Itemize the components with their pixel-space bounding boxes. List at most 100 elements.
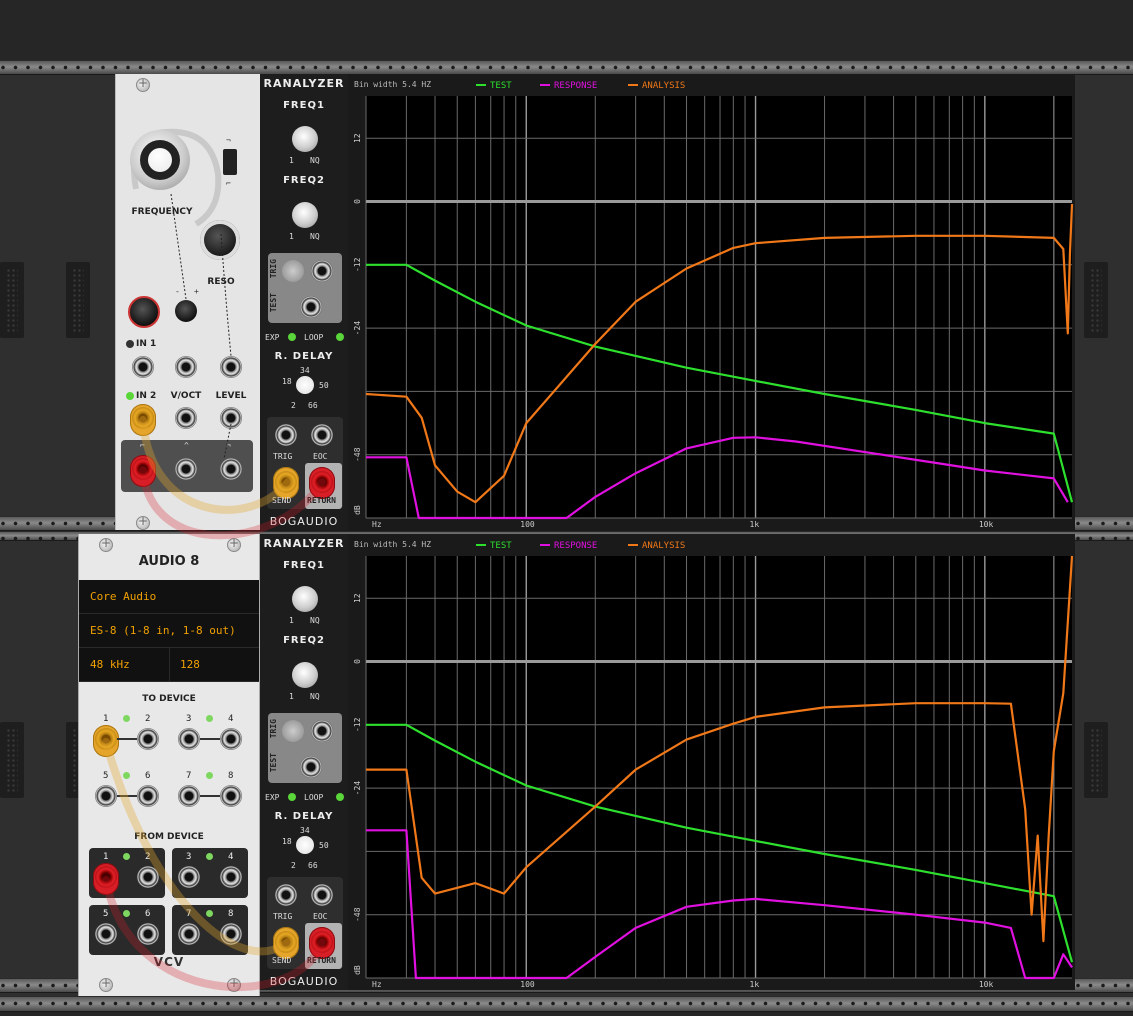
channel-led: [123, 853, 130, 860]
freq1-label: FREQ1: [283, 560, 325, 571]
from-device-jack[interactable]: [95, 923, 117, 945]
rdelay-mark: 34: [300, 366, 310, 375]
to-device-jack[interactable]: [220, 728, 242, 750]
trig-out-jack[interactable]: [275, 884, 297, 906]
sample-rate-selector[interactable]: 48 kHz: [79, 648, 170, 682]
to-device-jack[interactable]: [220, 785, 242, 807]
loop-label: LOOP: [304, 333, 324, 342]
freq1-knob[interactable]: [292, 126, 318, 152]
ranalyzer-controls: RANALYZER FREQ1 1 NQ FREQ2 1 NQ TRIG TES…: [260, 74, 348, 530]
eoc-jack[interactable]: [311, 424, 333, 446]
loop-led[interactable]: [336, 793, 344, 801]
send-jack[interactable]: [275, 931, 297, 953]
from-device-jack[interactable]: [137, 866, 159, 888]
freq1-knob[interactable]: [292, 586, 318, 612]
y-tick-label: 12: [353, 593, 362, 603]
test-jack[interactable]: [300, 296, 322, 318]
rdelay-mark: 50: [319, 841, 329, 850]
x-tick-label: Hz: [372, 520, 382, 529]
port-number: 6: [145, 909, 151, 919]
port-number: 4: [228, 714, 234, 724]
to-device-jack[interactable]: [178, 728, 200, 750]
trig-jack[interactable]: [311, 720, 333, 742]
rdelay-knob[interactable]: [296, 836, 314, 854]
rdelay-mark: 50: [319, 381, 329, 390]
audio8-module: AUDIO 8 Core Audio ES-8 (1-8 in, 1-8 out…: [78, 534, 260, 996]
stereo-link: [200, 795, 220, 797]
send-label: SEND: [272, 956, 292, 965]
device-text: ES-8 (1-8 in, 1-8 out): [90, 624, 236, 637]
y-tick-label: -12: [353, 257, 362, 272]
channel-led: [123, 715, 130, 722]
screw: [227, 976, 241, 992]
eoc-jack[interactable]: [311, 884, 333, 906]
exp-label: EXP: [265, 793, 280, 802]
exp-label: EXP: [265, 333, 280, 342]
legend-test: TEST: [490, 541, 512, 551]
port-number: 2: [145, 852, 151, 862]
eoc-label: EOC: [313, 452, 328, 461]
trig-button[interactable]: [282, 720, 304, 742]
trig-out-label: TRIG: [273, 912, 293, 921]
legend-analysis: ANALYSIS: [642, 81, 685, 91]
spectrum-plot[interactable]: 12 0 -12 -24 -48 dB Hz 100 1k 10k: [348, 552, 1075, 990]
freq1-min: 1: [289, 616, 294, 625]
freq2-label: FREQ2: [283, 175, 325, 186]
driver-text: Core Audio: [90, 590, 157, 603]
test-jack[interactable]: [300, 756, 322, 778]
channel-led: [206, 853, 213, 860]
rdelay-mark: 66: [308, 861, 318, 870]
y-tick-label: 0: [353, 659, 362, 664]
ranalyzer-title: RANALYZER: [263, 537, 345, 550]
exp-led[interactable]: [288, 333, 296, 341]
from-device-jack[interactable]: [220, 866, 242, 888]
freq2-knob[interactable]: [292, 202, 318, 228]
trig-button[interactable]: [282, 260, 304, 282]
to-device-jack[interactable]: [95, 728, 117, 750]
y-tick-label: -24: [353, 781, 362, 796]
freq2-knob[interactable]: [292, 662, 318, 688]
trig-label: TRIG: [269, 719, 278, 739]
port-number: 7: [186, 771, 192, 781]
rdelay-mark: 18: [282, 377, 292, 386]
channel-led: [206, 772, 213, 779]
vcf-patch-lines: [170, 193, 232, 460]
rack-rail: [0, 60, 1133, 75]
device-selector[interactable]: ES-8 (1-8 in, 1-8 out): [79, 614, 259, 648]
to-device-jack[interactable]: [178, 785, 200, 807]
from-device-jack[interactable]: [178, 866, 200, 888]
send-label: SEND: [272, 496, 292, 505]
loop-led[interactable]: [336, 333, 344, 341]
vcv-brand: VCV: [153, 955, 185, 969]
return-jack[interactable]: [311, 471, 333, 493]
driver-selector[interactable]: Core Audio: [79, 580, 259, 614]
legend-response: RESPONSE: [554, 81, 597, 91]
x-tick-label: 10k: [979, 980, 994, 989]
to-device-label: TO DEVICE: [142, 694, 196, 704]
from-device-jack[interactable]: [178, 923, 200, 945]
y-tick-label: 12: [353, 133, 362, 143]
return-jack[interactable]: [311, 931, 333, 953]
rdelay-mark: 34: [300, 826, 310, 835]
audio8-title: AUDIO 8: [138, 554, 200, 569]
trig-out-jack[interactable]: [275, 424, 297, 446]
from-device-jack[interactable]: [220, 923, 242, 945]
trig-jack[interactable]: [311, 260, 333, 282]
to-device-jack[interactable]: [95, 785, 117, 807]
from-device-jack[interactable]: [137, 923, 159, 945]
to-device-jack[interactable]: [137, 785, 159, 807]
send-jack[interactable]: [275, 471, 297, 493]
freq1-max: NQ: [310, 156, 320, 165]
exp-led[interactable]: [288, 793, 296, 801]
from-device-jack[interactable]: [95, 866, 117, 888]
rdelay-knob[interactable]: [296, 376, 314, 394]
stereo-link: [117, 738, 137, 740]
port-number: 1: [103, 714, 109, 724]
bin-width-text: Bin width 5.4 HZ: [354, 540, 432, 549]
spectrum-plot[interactable]: 12 0 -12 -24 -48 dB Hz 100 1k 10k: [348, 92, 1075, 530]
block-size-selector[interactable]: 128: [170, 648, 259, 682]
y-tick-label: -48: [353, 907, 362, 922]
legend-response: RESPONSE: [554, 541, 597, 551]
channel-led: [206, 910, 213, 917]
to-device-jack[interactable]: [137, 728, 159, 750]
